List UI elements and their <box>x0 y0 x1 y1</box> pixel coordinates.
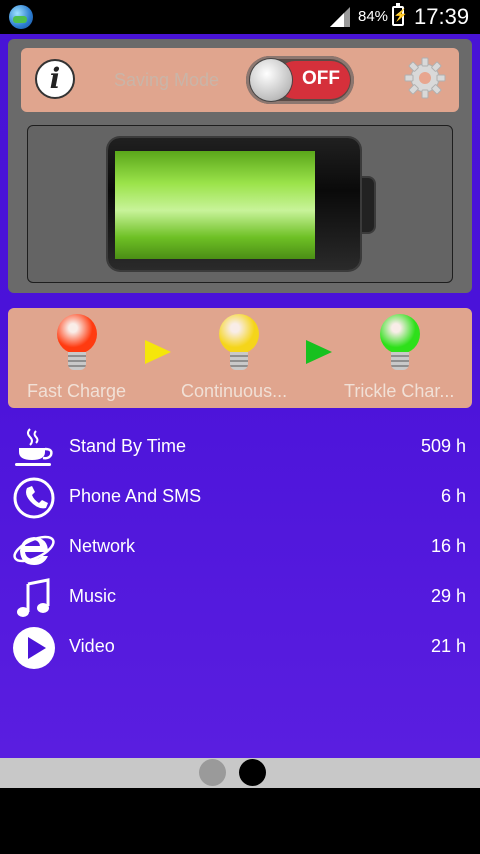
page-dot-2[interactable] <box>239 759 266 786</box>
bulb-base <box>68 352 86 370</box>
list-item-label: Network <box>69 536 136 556</box>
continuous-charge-label: Continuous... <box>181 381 288 401</box>
toggle-knob[interactable] <box>250 59 292 101</box>
list-item-label: Phone And SMS <box>69 486 202 506</box>
info-button[interactable]: i <box>35 59 75 99</box>
list-item-value: 509 h <box>420 436 466 456</box>
bulb-glass <box>57 314 97 354</box>
bulb-glass <box>219 314 259 354</box>
page-indicator <box>0 758 480 788</box>
list-item-value: 6 h <box>440 486 466 506</box>
signal-icon <box>330 7 350 27</box>
battery-percent-text: 84% <box>358 8 389 25</box>
trickle-charge-label: Trickle Char... <box>344 381 455 401</box>
battery-terminal <box>362 178 374 232</box>
saving-mode-bar: i Saving Mode OFF <box>21 48 459 112</box>
battery-charging-icon <box>392 3 408 26</box>
internet-explorer-icon <box>13 535 55 565</box>
trickle-charge-bulb-icon <box>379 314 421 374</box>
continuous-charge-bulb-icon <box>218 314 260 374</box>
coffee-cup-icon <box>15 428 53 466</box>
list-item-phone[interactable]: Phone And SMS 6 h <box>0 476 480 520</box>
bulb-base <box>391 352 409 370</box>
list-item-value: 21 h <box>430 636 466 656</box>
battery-panel: i Saving Mode OFF <box>8 39 472 293</box>
navigation-bar <box>0 788 480 854</box>
fast-charge-bulb-icon <box>56 314 98 374</box>
list-item-label: Music <box>69 586 117 606</box>
gear-icon[interactable] <box>403 56 447 100</box>
bulb-glass <box>380 314 420 354</box>
charge-stages-panel: Fast Charge Continuous... Trickle Char..… <box>8 308 472 408</box>
status-bar: 84% 17:39 <box>0 0 480 34</box>
app-content: i Saving Mode OFF Fast Charge Continuous… <box>0 34 480 758</box>
play-icon <box>13 627 55 669</box>
fast-charge-label: Fast Charge <box>27 381 127 401</box>
arrow-right-icon <box>306 340 332 364</box>
list-item-label: Video <box>69 636 115 656</box>
list-item-label: Stand By Time <box>69 436 187 456</box>
list-item-value: 29 h <box>430 586 466 606</box>
clock: 17:39 <box>414 4 470 29</box>
list-item-standby[interactable]: Stand By Time 509 h <box>0 426 480 470</box>
saving-mode-toggle[interactable]: OFF <box>246 56 354 104</box>
list-item-music[interactable]: Music 29 h <box>0 576 480 620</box>
saving-mode-label: Saving Mode <box>114 70 220 90</box>
list-item-value: 16 h <box>430 536 466 556</box>
app-globe-icon <box>9 5 33 29</box>
list-item-video[interactable]: Video 21 h <box>0 626 480 670</box>
battery-level-fill <box>115 151 315 259</box>
phone-icon <box>13 477 55 519</box>
arrow-right-icon <box>145 340 171 364</box>
page-dot-1[interactable] <box>199 759 226 786</box>
bulb-base <box>230 352 248 370</box>
battery-display <box>27 125 453 283</box>
battery-graphic <box>108 138 360 270</box>
list-item-network[interactable]: Network 16 h <box>0 526 480 570</box>
music-note-icon <box>17 578 50 617</box>
toggle-state-text: OFF <box>302 68 340 89</box>
